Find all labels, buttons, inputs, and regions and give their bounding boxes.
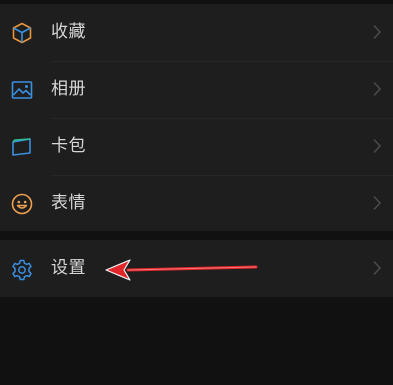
smiley-face-icon (10, 192, 34, 216)
chevron-right-icon (372, 81, 382, 97)
chevron-right-icon (372, 260, 382, 276)
favorites-cube-icon (10, 21, 34, 45)
chevron-right-icon (372, 24, 382, 40)
album-picture-icon (10, 78, 34, 102)
gear-icon (10, 258, 34, 282)
menu-item-label: 表情 (51, 193, 86, 213)
menu-group-main: 收藏 相册 卡包 表情 (0, 4, 393, 231)
card-wallet-icon (10, 135, 34, 159)
menu-group-settings: 设置 (0, 240, 393, 297)
menu-item-album[interactable]: 相册 (0, 61, 393, 118)
menu-item-settings[interactable]: 设置 (0, 240, 393, 297)
menu-item-label: 收藏 (51, 22, 86, 42)
menu-item-favorites[interactable]: 收藏 (0, 4, 393, 61)
me-menu-screen: 收藏 相册 卡包 表情 设置 (0, 0, 393, 385)
menu-item-label: 相册 (51, 79, 86, 99)
chevron-right-icon (372, 195, 382, 211)
menu-item-label: 卡包 (51, 136, 86, 156)
menu-item-card-wallet[interactable]: 卡包 (0, 118, 393, 175)
menu-item-stickers[interactable]: 表情 (0, 175, 393, 232)
settings-label: 设置 (51, 258, 86, 278)
chevron-right-icon (372, 138, 382, 154)
